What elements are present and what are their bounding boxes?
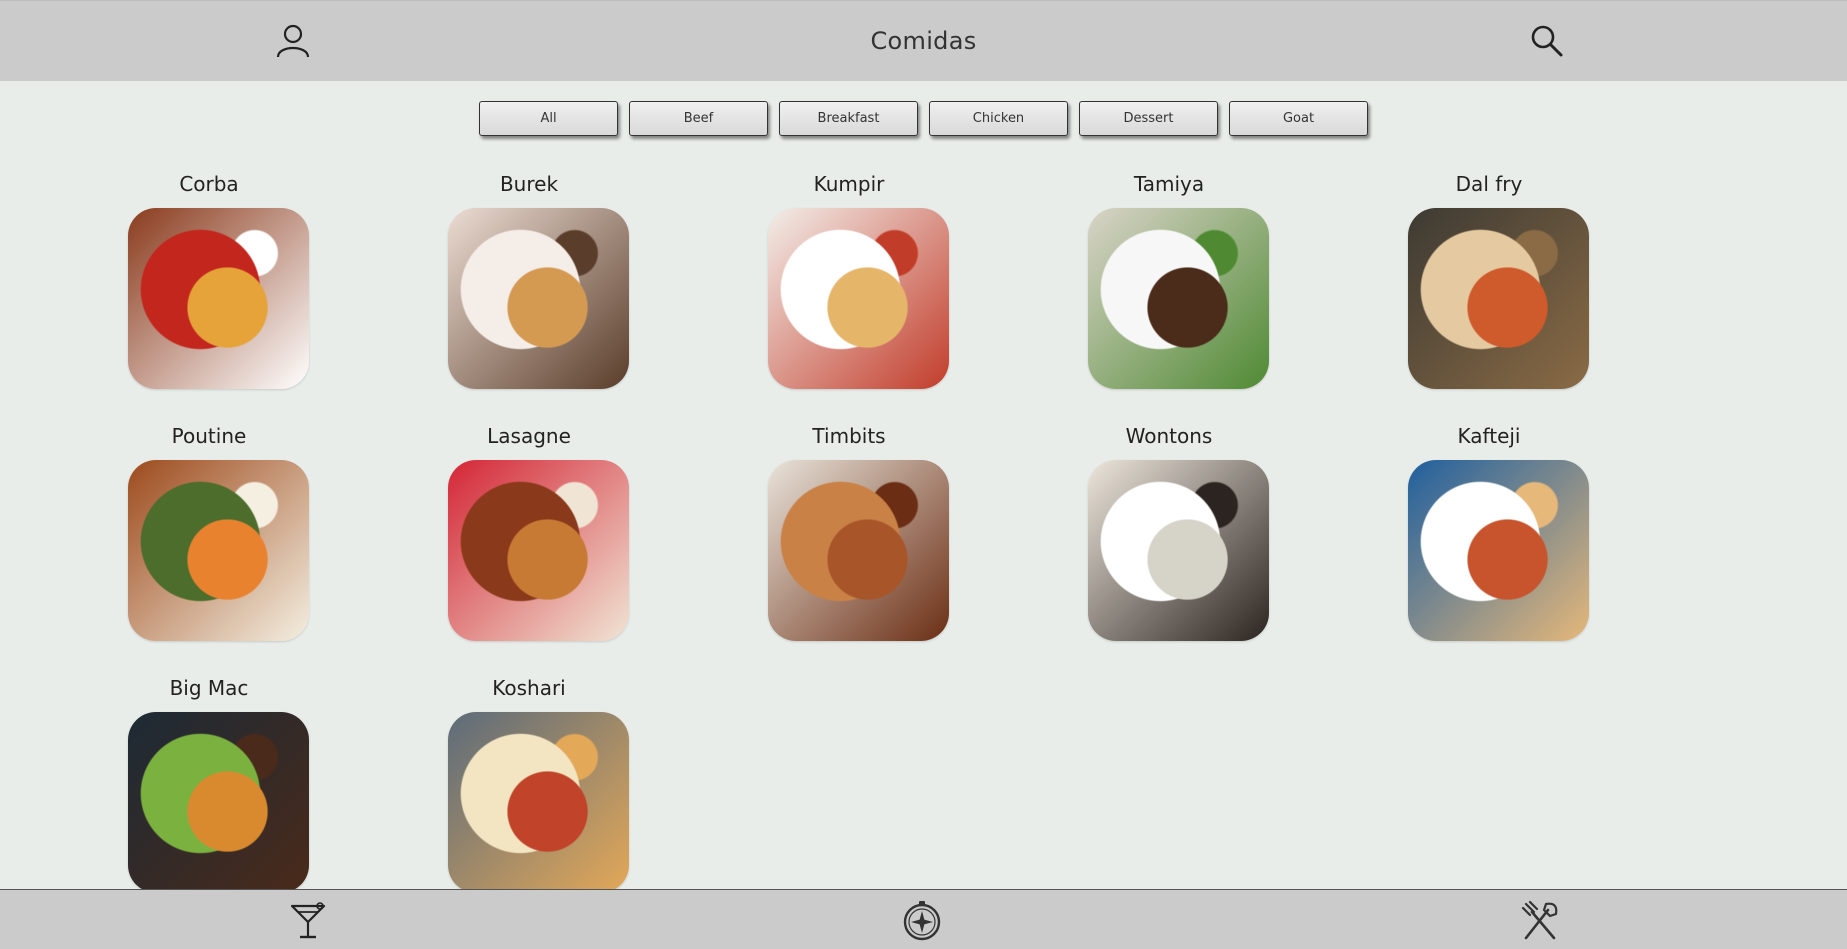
meal-name: Poutine (171, 424, 247, 448)
meals-icon[interactable] (1518, 898, 1562, 942)
meal-card[interactable]: Big Mac (84, 676, 334, 916)
meal-name: Kumpir (813, 172, 885, 196)
meal-card[interactable]: Poutine (84, 424, 334, 664)
meal-card[interactable]: Kafteji (1364, 424, 1614, 664)
filter-breakfast-button[interactable]: Breakfast (779, 101, 918, 136)
explore-icon[interactable] (900, 898, 944, 942)
meal-name: Dal fry (1455, 172, 1523, 196)
meal-name: Koshari (492, 676, 566, 700)
meal-card[interactable]: Wontons (1044, 424, 1294, 664)
search-icon[interactable] (1529, 23, 1565, 59)
meal-name: Wontons (1125, 424, 1213, 448)
meal-name: Tamiya (1133, 172, 1205, 196)
meal-thumbnail[interactable] (1408, 460, 1589, 641)
meal-thumbnail[interactable] (128, 712, 309, 893)
meal-name: Lasagne (487, 424, 571, 448)
meal-thumbnail[interactable] (1408, 208, 1589, 389)
meal-card[interactable]: Corba (84, 172, 334, 412)
bottom-nav (0, 889, 1847, 949)
meal-name: Corba (179, 172, 239, 196)
filter-dessert-button[interactable]: Dessert (1079, 101, 1218, 136)
meal-name: Timbits (812, 424, 886, 448)
filter-all-button[interactable]: All (479, 101, 618, 136)
category-filters: All Beef Breakfast Chicken Dessert Goat (0, 101, 1847, 137)
filter-beef-button[interactable]: Beef (629, 101, 768, 136)
meal-card[interactable]: Dal fry (1364, 172, 1614, 412)
meal-name: Kafteji (1457, 424, 1521, 448)
meal-card[interactable]: Tamiya (1044, 172, 1294, 412)
top-header: Comidas (0, 0, 1847, 81)
meal-thumbnail[interactable] (448, 712, 629, 893)
meal-thumbnail[interactable] (448, 460, 629, 641)
meal-card[interactable]: Lasagne (404, 424, 654, 664)
filter-chicken-button[interactable]: Chicken (929, 101, 1068, 136)
meal-card[interactable]: Burek (404, 172, 654, 412)
meal-name: Big Mac (169, 676, 249, 700)
page-title: Comidas (870, 27, 977, 55)
meal-thumbnail[interactable] (768, 460, 949, 641)
meal-thumbnail[interactable] (128, 208, 309, 389)
meal-thumbnail[interactable] (768, 208, 949, 389)
meal-thumbnail[interactable] (448, 208, 629, 389)
drinks-icon[interactable] (286, 898, 330, 942)
meal-thumbnail[interactable] (1088, 460, 1269, 641)
meal-card[interactable]: Timbits (724, 424, 974, 664)
meal-card[interactable]: Koshari (404, 676, 654, 916)
filter-goat-button[interactable]: Goat (1229, 101, 1368, 136)
meal-name: Burek (499, 172, 559, 196)
meal-thumbnail[interactable] (1088, 208, 1269, 389)
meal-thumbnail[interactable] (128, 460, 309, 641)
meal-card[interactable]: Kumpir (724, 172, 974, 412)
